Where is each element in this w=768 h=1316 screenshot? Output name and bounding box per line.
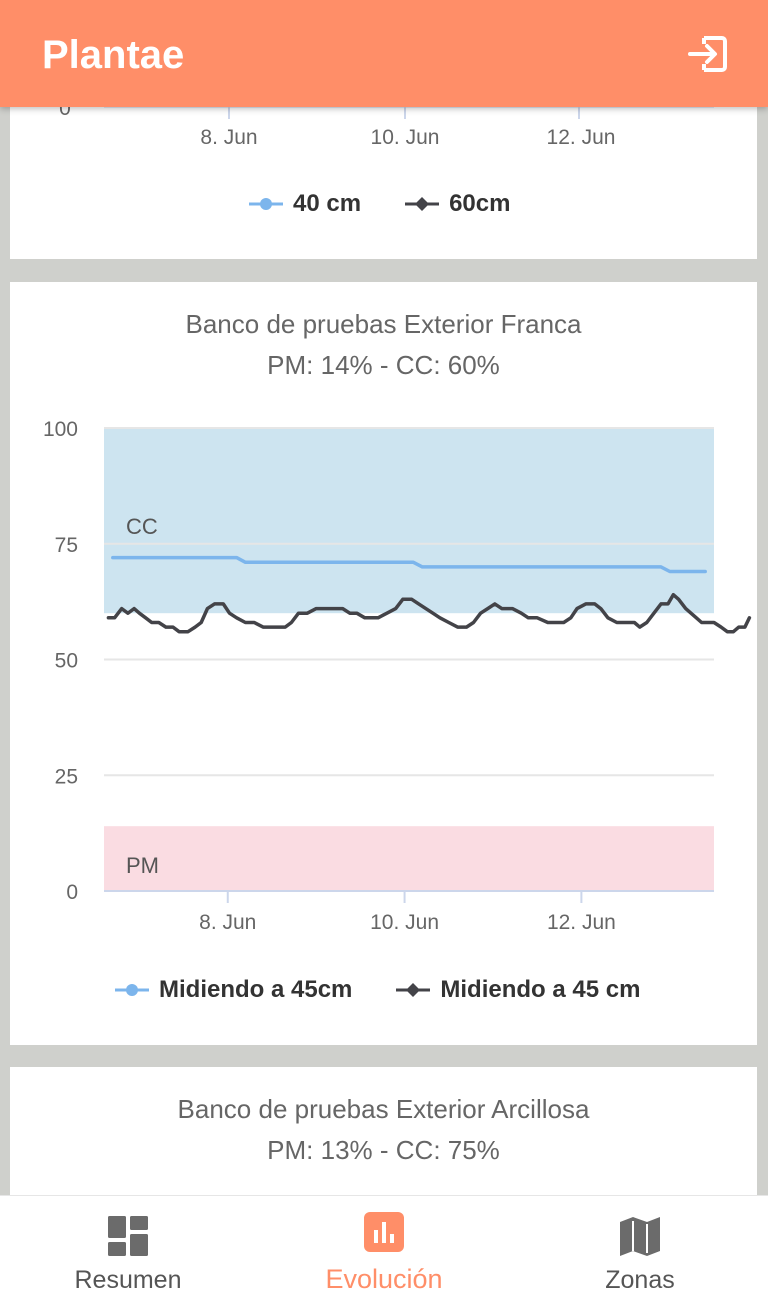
legend-item-60cm[interactable]: 60cm [405,190,510,218]
legend-item-series-2[interactable]: Midiendo a 45 cm [396,976,640,1004]
legend-label: Midiendo a 45 cm [440,976,641,1003]
chart-subtitle: PM: 13% - CC: 75% [267,1135,500,1165]
cc-band [104,428,714,614]
x-tick-label: 8. Jun [200,126,257,149]
pm-band [104,826,714,891]
nav-item-evolucion[interactable]: Evolución [256,1196,512,1316]
pm-band-label: PM [126,853,159,878]
legend-diamond-marker-icon [396,983,431,997]
legend-item-40cm[interactable]: 40 cm [249,190,361,218]
legend-label: 40 cm [293,190,362,217]
x-tick-label: 12. Jun [547,126,616,149]
x-tick-label: 10. Jun [370,911,439,934]
app-title: Plantae [42,33,185,77]
map-icon [620,1217,660,1256]
cc-band-label: CC [126,514,158,539]
chart-card-arcillosa: Banco de pruebas Exterior Arcillosa PM: … [10,1067,757,1195]
bottom-navigation: Resumen Evolución Zonas [0,1195,768,1316]
dashboard-icon [108,1216,148,1256]
chart-list[interactable]: 0 8. Jun 10. Jun 12. Jun 40 cm 60cm Banc… [0,107,768,1195]
app-bar: Plantae [0,0,768,107]
nav-label: Zonas [605,1266,675,1294]
chart-card-franca: Banco de pruebas Exterior Franca PM: 14%… [10,282,757,1045]
legend-circle-marker-icon [249,198,283,210]
legend-circle-marker-icon [115,984,149,996]
y-tick-label: 50 [55,650,78,673]
x-tick-label: 10. Jun [371,126,440,149]
y-tick-label: 25 [55,765,78,788]
y-tick-label: 0 [66,881,78,904]
legend-label: Midiendo a 45cm [159,976,353,1003]
chart-legend: Midiendo a 45cm Midiendo a 45 cm [115,976,640,1004]
y-tick-label: 100 [43,418,78,441]
y-tick-label: 0 [59,107,71,120]
logout-button[interactable] [684,30,732,78]
franca-line-chart[interactable]: 0 25 50 75 100 8. Jun 10. Jun 12. Jun CC PM [10,282,757,942]
nav-label: Evolución [325,1264,443,1294]
chart-legend: 40 cm 60cm [249,190,510,218]
chart-title: Banco de pruebas Exterior Arcillosa [177,1094,590,1124]
logout-icon [688,36,727,72]
bar-chart-icon [364,1212,404,1252]
y-tick-label: 75 [55,534,78,557]
legend-diamond-marker-icon [405,197,440,211]
legend-label: 60cm [449,190,511,217]
nav-item-resumen[interactable]: Resumen [0,1196,256,1316]
nav-item-zonas[interactable]: Zonas [512,1196,768,1316]
chart-card-previous: 0 8. Jun 10. Jun 12. Jun 40 cm 60cm [10,107,757,259]
x-tick-label: 12. Jun [547,911,616,934]
legend-item-series-1[interactable]: Midiendo a 45cm [115,976,352,1004]
nav-label: Resumen [74,1266,182,1294]
x-tick-label: 8. Jun [199,911,256,934]
